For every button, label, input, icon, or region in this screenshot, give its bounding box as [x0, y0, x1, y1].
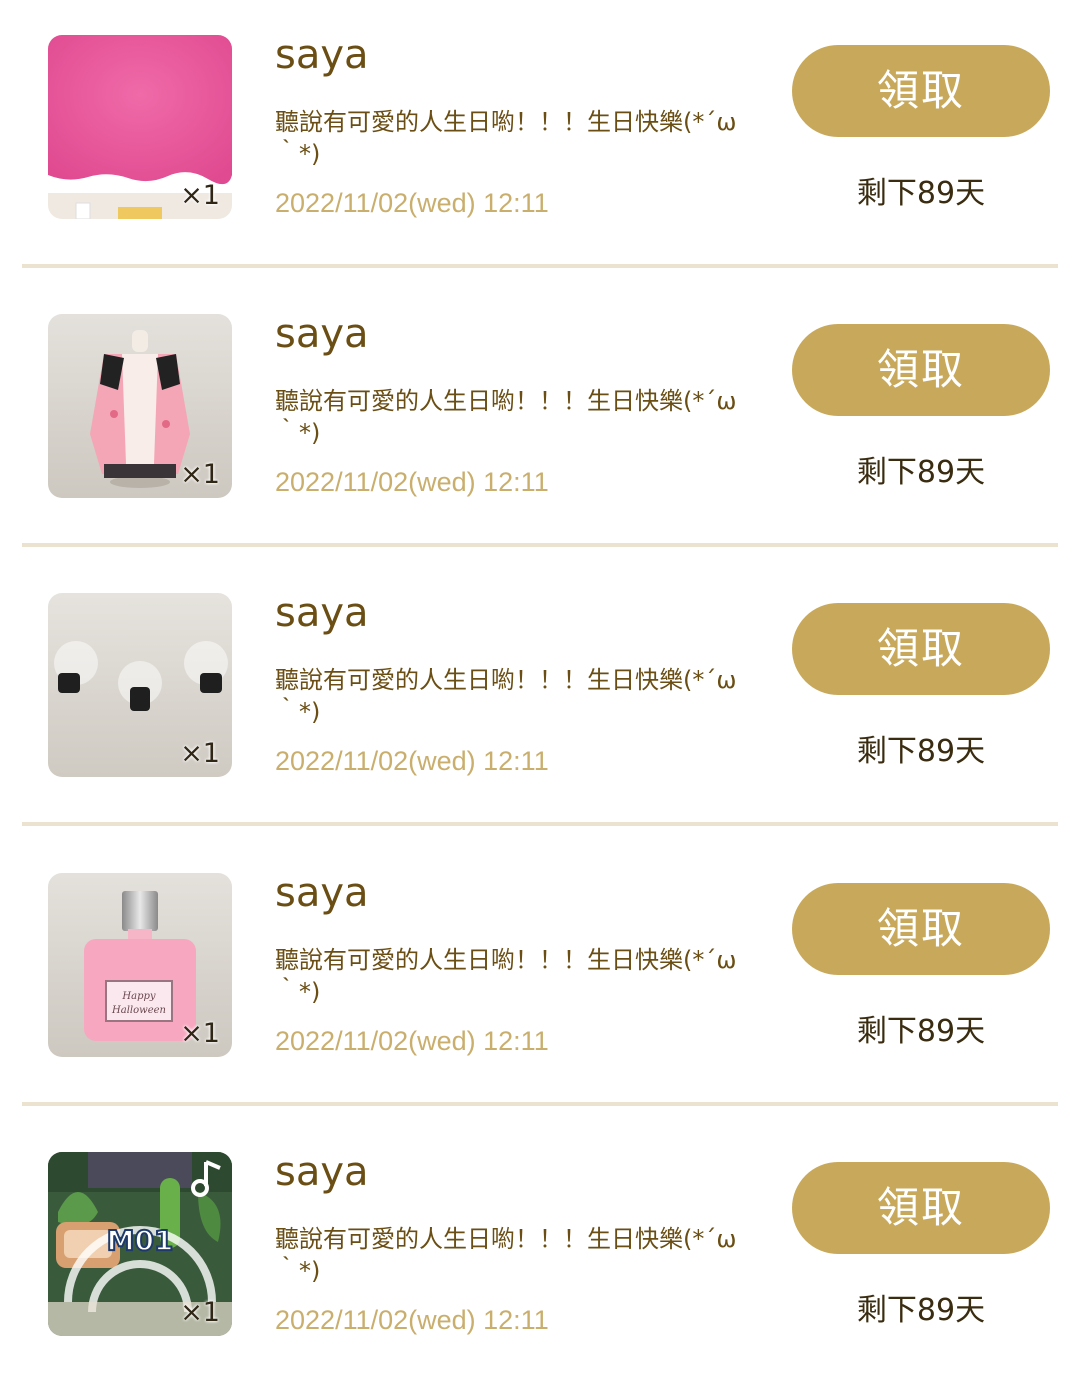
quantity-label: ×1	[180, 1018, 220, 1049]
sender-name: saya	[275, 870, 369, 916]
gift-message: 聽說有可愛的人生日喲！！！生日快樂(*´ω｀*)	[275, 108, 737, 168]
gift-row: ×1 saya 聽說有可愛的人生日喲！！！生日快樂(*´ω｀*) 2022/11…	[0, 558, 1079, 837]
claim-button[interactable]: 領取	[792, 883, 1050, 975]
days-remaining: 剩下89天	[856, 1014, 986, 1049]
row-divider	[22, 822, 1058, 826]
claim-button[interactable]: 領取	[792, 45, 1050, 137]
row-divider	[22, 543, 1058, 547]
svg-text:Halloween: Halloween	[111, 1005, 166, 1016]
gift-row: ×1 saya 聽說有可愛的人生日喲！！！生日快樂(*´ω｀*) 2022/11…	[0, 0, 1079, 279]
perfume-bottle-icon: Happy Halloween ×1	[48, 873, 232, 1057]
claim-button[interactable]: 領取	[792, 1162, 1050, 1254]
claim-button[interactable]: 領取	[792, 603, 1050, 695]
gift-message: 聽說有可愛的人生日喲！！！生日快樂(*´ω｀*)	[275, 1225, 737, 1285]
gift-message: 聽說有可愛的人生日喲！！！生日快樂(*´ω｀*)	[275, 946, 737, 1006]
claim-button[interactable]: 領取	[792, 324, 1050, 416]
gift-date: 2022/11/02(wed) 12:11	[275, 1026, 549, 1056]
row-divider	[22, 264, 1058, 268]
sender-name: saya	[275, 32, 369, 78]
quantity-label: ×1	[180, 1297, 220, 1328]
gift-row: ×1 saya 聽說有可愛的人生日喲！！！生日快樂(*´ω｀*) 2022/11…	[0, 279, 1079, 558]
quantity-label: ×1	[180, 459, 220, 490]
row-divider	[22, 1102, 1058, 1106]
days-remaining: 剩下89天	[856, 176, 986, 211]
sender-name: saya	[275, 590, 369, 636]
gift-row: Happy Halloween ×1 saya 聽說有可愛的人生日喲！！！生日快…	[0, 838, 1079, 1117]
quantity-label: ×1	[180, 738, 220, 769]
music-track-icon: M01 ×1	[48, 1152, 232, 1336]
days-remaining: 剩下89天	[856, 734, 986, 769]
pink-jacket-icon: ×1	[48, 314, 232, 498]
sender-name: saya	[275, 311, 369, 357]
pink-fabric-icon: ×1	[48, 35, 232, 219]
gift-row: M01 ×1 saya 聽說有可愛的人生日喲！！！生日快樂(*´ω｀*) 202…	[0, 1117, 1079, 1396]
spotlights-icon: ×1	[48, 593, 232, 777]
days-remaining: 剩下89天	[856, 455, 986, 490]
gift-date: 2022/11/02(wed) 12:11	[275, 467, 549, 497]
gift-date: 2022/11/02(wed) 12:11	[275, 188, 549, 218]
gift-message: 聽說有可愛的人生日喲！！！生日快樂(*´ω｀*)	[275, 387, 737, 447]
track-code: M01	[107, 1224, 174, 1257]
gift-message: 聽說有可愛的人生日喲！！！生日快樂(*´ω｀*)	[275, 666, 737, 726]
sender-name: saya	[275, 1149, 369, 1195]
days-remaining: 剩下89天	[856, 1293, 986, 1328]
quantity-label: ×1	[180, 180, 220, 211]
gift-date: 2022/11/02(wed) 12:11	[275, 1305, 549, 1335]
gift-date: 2022/11/02(wed) 12:11	[275, 746, 549, 776]
svg-text:Happy: Happy	[121, 991, 155, 1002]
